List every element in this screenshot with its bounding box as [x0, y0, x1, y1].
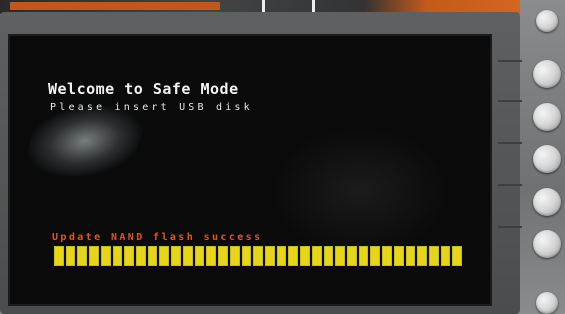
bezel-groove — [498, 226, 522, 228]
softkey-1-button[interactable] — [533, 60, 561, 88]
progress-segment — [300, 246, 310, 266]
progress-segment — [54, 246, 64, 266]
progress-segment — [136, 246, 146, 266]
bezel-groove — [498, 142, 522, 144]
progress-segment — [382, 246, 392, 266]
progress-segment — [253, 246, 263, 266]
bottom-button[interactable] — [536, 292, 558, 314]
safe-mode-title: Welcome to Safe Mode — [48, 80, 239, 98]
progress-segment — [65, 246, 76, 266]
progress-segment — [311, 246, 322, 266]
progress-segment — [124, 246, 135, 266]
bezel-groove — [498, 184, 522, 186]
softkey-column — [520, 0, 565, 314]
progress-segment — [370, 246, 381, 266]
top-orange-label-strip — [10, 2, 220, 10]
progress-segment — [405, 246, 416, 266]
progress-segment — [358, 246, 369, 266]
progress-segment — [335, 246, 345, 266]
progress-segment — [100, 246, 111, 266]
top-white-mark — [262, 0, 265, 12]
progress-segment — [112, 246, 123, 266]
bezel-groove — [498, 100, 522, 102]
update-status-text: Update NAND flash success — [52, 232, 263, 243]
progress-segment — [171, 246, 181, 266]
progress-segment — [218, 246, 228, 266]
progress-segment — [346, 246, 357, 266]
softkey-2-button[interactable] — [533, 103, 561, 131]
progress-segment — [264, 246, 275, 266]
display-screen: Welcome to Safe Mode Please insert USB d… — [8, 34, 492, 306]
progress-segment — [147, 246, 158, 266]
progress-segment — [206, 246, 217, 266]
screen-glare — [18, 106, 152, 176]
progress-segment — [159, 246, 170, 266]
progress-segment — [229, 246, 240, 266]
screen-reflection — [270, 126, 450, 256]
instrument-device: Welcome to Safe Mode Please insert USB d… — [0, 0, 565, 314]
progress-segment — [417, 246, 427, 266]
progress-segment — [276, 246, 287, 266]
softkey-3-button[interactable] — [533, 145, 561, 173]
progress-segment — [393, 246, 404, 266]
progress-segment — [323, 246, 334, 266]
progress-segment — [288, 246, 299, 266]
progress-segment — [182, 246, 193, 266]
top-white-mark — [312, 0, 315, 12]
progress-segment — [241, 246, 252, 266]
softkey-4-button[interactable] — [533, 188, 561, 216]
progress-segment — [77, 246, 88, 266]
usb-instruction-text: Please insert USB disk — [50, 102, 253, 113]
bezel-groove — [498, 60, 522, 62]
update-progress-bar — [54, 246, 463, 266]
progress-segment — [429, 246, 439, 266]
progress-segment — [194, 246, 205, 266]
menu-button[interactable] — [536, 10, 558, 32]
progress-segment — [89, 246, 99, 266]
softkey-5-button[interactable] — [533, 230, 561, 258]
progress-segment — [452, 246, 463, 266]
progress-segment — [440, 246, 451, 266]
